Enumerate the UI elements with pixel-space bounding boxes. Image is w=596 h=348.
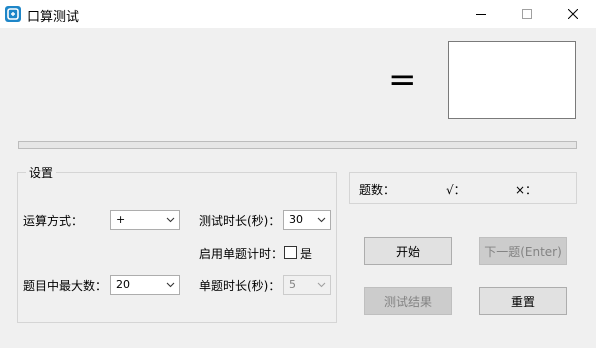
settings-group-title: 设置 (26, 164, 57, 181)
minimize-icon (476, 14, 486, 15)
chevron-down-icon (317, 282, 326, 288)
next-question-button[interactable]: 下一题(Enter) (479, 237, 567, 265)
maximize-icon (522, 9, 532, 19)
per-question-timer-checkbox-label: 是 (300, 247, 313, 261)
max-number-value: 20 (116, 278, 130, 291)
answer-input[interactable] (448, 41, 576, 119)
equals-sign: = (388, 60, 417, 100)
operation-select[interactable]: + (110, 210, 180, 230)
test-duration-label: 测试时长(秒)： (199, 214, 281, 228)
per-question-duration-value: 5 (289, 278, 296, 291)
test-duration-select[interactable]: 30 (283, 210, 331, 230)
per-question-duration-select[interactable]: 5 (283, 275, 331, 295)
chevron-down-icon (317, 217, 326, 223)
per-question-timer-checkbox[interactable] (284, 246, 297, 259)
progress-bar (18, 141, 577, 149)
question-count-label: 题数： (359, 183, 396, 197)
operation-value: + (116, 213, 126, 226)
max-number-select[interactable]: 20 (110, 275, 180, 295)
start-button[interactable]: 开始 (364, 237, 452, 265)
chevron-down-icon (166, 282, 175, 288)
wrong-count-label: ×： (515, 183, 538, 197)
chevron-down-icon (166, 217, 175, 223)
close-button[interactable] (550, 0, 596, 28)
test-results-button[interactable]: 测试结果 (364, 287, 452, 315)
reset-button[interactable]: 重置 (479, 287, 567, 315)
close-icon (568, 9, 578, 19)
test-duration-value: 30 (289, 213, 303, 226)
per-question-duration-label: 单题时长(秒)： (199, 279, 281, 293)
maximize-button[interactable] (504, 0, 550, 28)
minimize-button[interactable] (458, 0, 504, 28)
correct-count-label: √： (446, 183, 466, 197)
operation-label: 运算方式： (23, 214, 84, 228)
per-question-timer-label: 启用单题计时： (199, 247, 284, 261)
app-icon (5, 6, 21, 22)
max-number-label: 题目中最大数： (23, 279, 108, 293)
window-title: 口算测试 (27, 10, 80, 25)
